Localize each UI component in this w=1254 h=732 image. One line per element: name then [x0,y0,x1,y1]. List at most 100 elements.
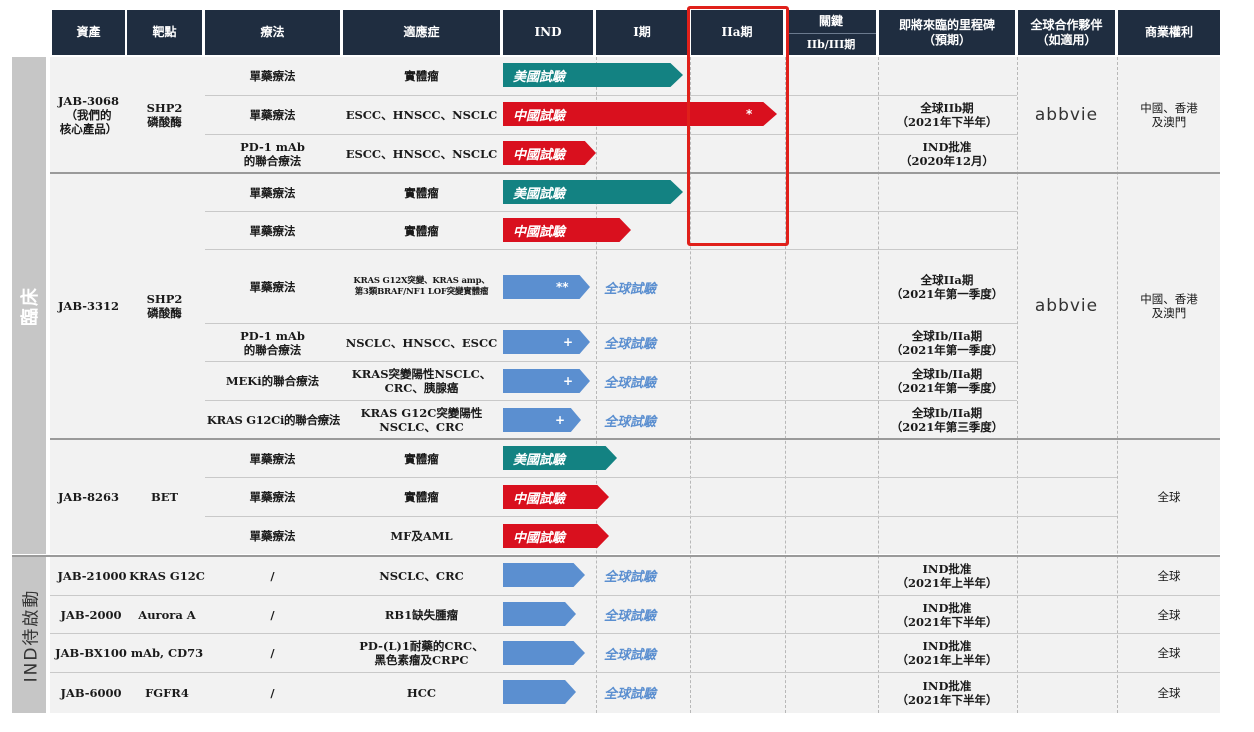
target-name: SHP2 磷酸酶 [146,292,183,320]
row-divider [205,477,1117,478]
commercial-rights: 全球 [1157,646,1181,660]
therapy-cell: 單藥療法 [249,451,296,466]
header-partner: 全球合作夥伴 （如適用） [1018,10,1115,55]
progress-arrow-global [503,602,576,626]
indication-cell: 實體瘤 [404,223,439,238]
milestone-cell: 全球Ib/IIa期 （2021年第三季度） [890,405,1004,434]
target-name: mAb, CD73 [130,646,204,660]
milestone-cell: 全球IIb期 （2021年下半年） [896,101,998,129]
therapy-cell: PD-1 mAb 的聯合療法 [240,139,305,168]
indication-cell: ESCC、HNSCC、NSCLC [345,146,498,161]
header-phase1: I期 [596,10,688,55]
commercial-rights: 全球 [1157,569,1181,583]
progress-arrow-china: 中國試驗 [503,485,609,509]
therapy-cell: / [270,607,275,622]
indication-cell: 實體瘤 [404,451,439,466]
milestone-cell: IND批准 （2021年下半年） [896,679,998,707]
therapy-cell: 單藥療法 [249,490,296,504]
milestone-cell: IND批准 （2020年12月） [899,139,994,168]
indication-cell: NSCLC、HNSCC、ESCC [345,335,498,350]
progress-arrow-us: 美國試驗 [503,180,683,204]
global-trial-label: 全球試驗 [604,281,657,297]
therapy-cell: / [270,646,275,660]
therapy-cell: 單藥療法 [249,279,296,294]
milestone-cell: 全球IIa期 （2021年第一季度） [890,272,1004,301]
indication-cell: 實體瘤 [404,69,439,83]
row-divider [205,516,1117,517]
progress-arrow-china: 中國試驗 [503,218,631,242]
global-trial-label: 全球試驗 [604,336,657,352]
therapy-cell: / [270,569,275,583]
target-name: BET [150,490,179,504]
therapy-cell: 單藥療法 [249,223,296,238]
therapy-cell: PD-1 mAb 的聯合療法 [240,328,305,357]
section-label-ind-enabling: IND待啟動 [12,557,46,713]
phase2a-highlight-box [687,6,789,246]
global-trial-label: 全球試驗 [604,608,657,624]
target-name: KRAS G12C [129,569,205,583]
therapy-cell: KRAS G12Ci的聯合療法 [206,412,341,427]
therapy-cell: / [270,686,275,700]
commercial-rights: 全球 [1157,490,1181,504]
asset-name: JAB-8263 [57,490,120,504]
header-target: 靶點 [127,10,202,55]
indication-cell: KRAS G12X突變、KRAS amp、 第3類BRAF/NF1 LOF突變實… [353,275,490,297]
progress-arrow-global: ** [503,275,590,299]
commercial-rights: 全球 [1157,607,1181,622]
indication-cell: RB1缺失腫瘤 [384,607,459,622]
progress-arrow-us: 美國試驗 [503,446,617,470]
progress-arrow-global: + [503,330,590,354]
indication-cell: KRAS突變陽性NSCLC、 CRC、胰腺癌 [351,367,492,395]
milestone-cell: IND批准 （2021年下半年） [896,600,998,629]
commercial-rights: 中國、香港 及澳門 [1140,292,1198,320]
header-therapy: 療法 [205,10,340,55]
progress-arrow-us: 美國試驗 [503,63,683,87]
progress-arrow-global: + [503,369,590,393]
global-trial-label: 全球試驗 [604,414,657,430]
indication-cell: ESCC、HNSCC、NSCLC [345,108,498,122]
header-pivotal: 關鍵 IIb/III期 [786,10,876,55]
target-name: FGFR4 [145,686,189,700]
asset-name: JAB-3068 （我們的 核心產品） [57,93,120,136]
indication-cell: PD-(L)1耐藥的CRC、 黑色素瘤及CRPC [359,639,484,667]
abbvie-logo: abbvie [1034,296,1099,316]
target-name: SHP2 磷酸酶 [146,100,183,129]
header-milestone: 即將來臨的里程碑 （預期） [879,10,1015,55]
indication-cell: HCC [406,686,437,700]
progress-arrow-china: 中國試驗 [503,141,596,165]
progress-arrow-china: 中國試驗 [503,524,609,548]
asset-name: JAB-6000 [60,686,122,700]
header-rights: 商業權利 [1118,10,1220,55]
milestone-cell: IND批准 （2021年上半年） [896,562,998,590]
therapy-cell: 單藥療法 [249,69,296,83]
asset-name: JAB-2000 [60,607,122,622]
progress-arrow-global [503,680,576,704]
commercial-rights: 中國、香港 及澳門 [1140,100,1198,129]
asset-name: JAB-3312 [57,299,120,313]
therapy-cell: MEKi的聯合療法 [225,374,320,388]
progress-arrow-global [503,641,585,665]
footnote-mark: + [555,413,566,427]
footnote-mark: ** [556,280,569,294]
therapy-cell: 單藥療法 [249,185,296,200]
therapy-cell: 單藥療法 [249,108,296,122]
footnote-mark: + [563,374,574,388]
header-pivotal-bottom: IIb/III期 [806,38,856,51]
progress-arrow-global: + [503,408,581,432]
col-divider [596,57,597,713]
global-trial-label: 全球試驗 [604,375,657,391]
therapy-cell: 單藥療法 [249,528,296,543]
progress-arrow-global [503,563,585,587]
asset-name: JAB-21000 [57,569,127,583]
target-name: Aurora A [138,607,196,622]
abbvie-logo: abbvie [1034,104,1099,125]
global-trial-label: 全球試驗 [604,686,657,702]
indication-cell: KRAS G12C突變陽性 NSCLC、CRC [360,405,483,434]
header-ind: IND [503,10,593,55]
header-pivotal-top: 關鍵 [786,10,876,34]
global-trial-label: 全球試驗 [604,569,657,585]
indication-cell: NSCLC、CRC [379,569,464,583]
milestone-cell: IND批准 （2021年上半年） [896,639,998,667]
footnote-mark: + [563,335,574,349]
commercial-rights: 全球 [1157,686,1181,700]
